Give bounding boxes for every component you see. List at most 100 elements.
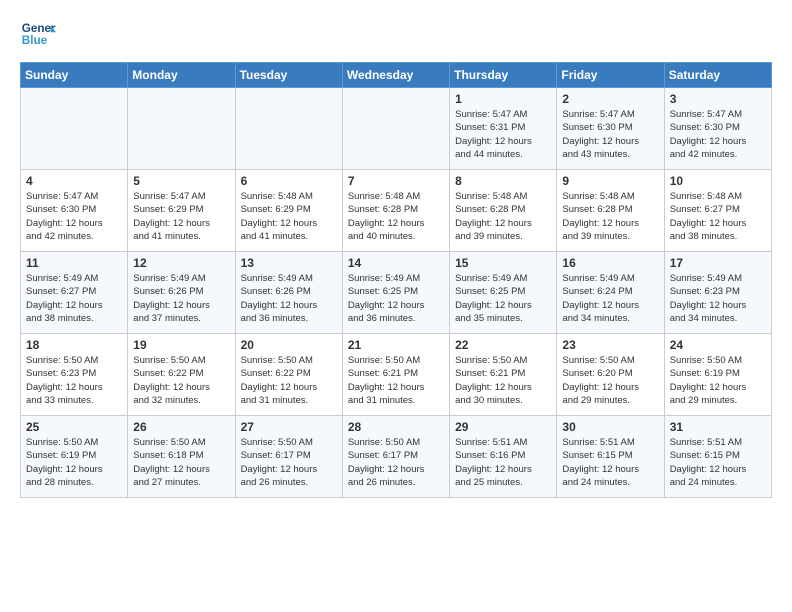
day-number: 8: [455, 174, 551, 188]
day-cell: 25 Sunrise: 5:50 AM Sunset: 6:19 PM Dayli…: [21, 416, 128, 498]
day-info: Sunrise: 5:49 AM Sunset: 6:26 PM Dayligh…: [241, 272, 337, 325]
day-cell: 29 Sunrise: 5:51 AM Sunset: 6:16 PM Dayli…: [450, 416, 557, 498]
day-cell: 8 Sunrise: 5:48 AM Sunset: 6:28 PM Daylig…: [450, 170, 557, 252]
day-number: 31: [670, 420, 766, 434]
day-cell: 13Sunrise: 5:49 AM Sunset: 6:26 PM Dayli…: [235, 252, 342, 334]
day-cell: 14Sunrise: 5:49 AM Sunset: 6:25 PM Dayli…: [342, 252, 449, 334]
day-number: 11: [26, 256, 122, 270]
day-info: Sunrise: 5:49 AM Sunset: 6:27 PM Dayligh…: [26, 272, 122, 325]
day-info: Sunrise: 5:47 AM Sunset: 6:30 PM Dayligh…: [26, 190, 122, 243]
day-cell: [342, 88, 449, 170]
day-cell: 27 Sunrise: 5:50 AM Sunset: 6:17 PM Dayli…: [235, 416, 342, 498]
day-cell: 26 Sunrise: 5:50 AM Sunset: 6:18 PM Dayli…: [128, 416, 235, 498]
day-number: 30: [562, 420, 658, 434]
day-info: Sunrise: 5:48 AM Sunset: 6:27 PM Dayligh…: [670, 190, 766, 243]
day-cell: 24 Sunrise: 5:50 AM Sunset: 6:19 PM Dayli…: [664, 334, 771, 416]
day-number: 21: [348, 338, 444, 352]
day-cell: 28Sunrise: 5:50 AM Sunset: 6:17 PM Dayli…: [342, 416, 449, 498]
week-row-5: 25 Sunrise: 5:50 AM Sunset: 6:19 PM Dayli…: [21, 416, 772, 498]
day-info: Sunrise: 5:47 AM Sunset: 6:30 PM Dayligh…: [670, 108, 766, 161]
header-row: SundayMondayTuesdayWednesdayThursdayFrid…: [21, 63, 772, 88]
week-row-1: 1Sunrise: 5:47 AM Sunset: 6:31 PM Daylig…: [21, 88, 772, 170]
day-number: 24: [670, 338, 766, 352]
day-cell: 31Sunrise: 5:51 AM Sunset: 6:15 PM Dayli…: [664, 416, 771, 498]
day-number: 7: [348, 174, 444, 188]
svg-text:Blue: Blue: [22, 34, 48, 47]
day-info: Sunrise: 5:47 AM Sunset: 6:29 PM Dayligh…: [133, 190, 229, 243]
day-cell: 9 Sunrise: 5:48 AM Sunset: 6:28 PM Daylig…: [557, 170, 664, 252]
day-info: Sunrise: 5:50 AM Sunset: 6:21 PM Dayligh…: [348, 354, 444, 407]
day-cell: 3Sunrise: 5:47 AM Sunset: 6:30 PM Daylig…: [664, 88, 771, 170]
day-number: 5: [133, 174, 229, 188]
day-info: Sunrise: 5:50 AM Sunset: 6:19 PM Dayligh…: [26, 436, 122, 489]
day-info: Sunrise: 5:48 AM Sunset: 6:29 PM Dayligh…: [241, 190, 337, 243]
day-info: Sunrise: 5:50 AM Sunset: 6:21 PM Dayligh…: [455, 354, 551, 407]
day-number: 1: [455, 92, 551, 106]
day-number: 9: [562, 174, 658, 188]
header-cell-monday: Monday: [128, 63, 235, 88]
day-cell: 10 Sunrise: 5:48 AM Sunset: 6:27 PM Dayli…: [664, 170, 771, 252]
day-info: Sunrise: 5:49 AM Sunset: 6:24 PM Dayligh…: [562, 272, 658, 325]
day-cell: 6 Sunrise: 5:48 AM Sunset: 6:29 PM Daylig…: [235, 170, 342, 252]
day-cell: 11 Sunrise: 5:49 AM Sunset: 6:27 PM Dayli…: [21, 252, 128, 334]
day-number: 18: [26, 338, 122, 352]
day-cell: [21, 88, 128, 170]
day-info: Sunrise: 5:49 AM Sunset: 6:25 PM Dayligh…: [455, 272, 551, 325]
header-cell-thursday: Thursday: [450, 63, 557, 88]
day-cell: 16Sunrise: 5:49 AM Sunset: 6:24 PM Dayli…: [557, 252, 664, 334]
week-row-3: 11 Sunrise: 5:49 AM Sunset: 6:27 PM Dayli…: [21, 252, 772, 334]
day-number: 2: [562, 92, 658, 106]
day-info: Sunrise: 5:50 AM Sunset: 6:23 PM Dayligh…: [26, 354, 122, 407]
day-cell: 21 Sunrise: 5:50 AM Sunset: 6:21 PM Dayli…: [342, 334, 449, 416]
day-cell: 1Sunrise: 5:47 AM Sunset: 6:31 PM Daylig…: [450, 88, 557, 170]
header-cell-sunday: Sunday: [21, 63, 128, 88]
calendar-header: SundayMondayTuesdayWednesdayThursdayFrid…: [21, 63, 772, 88]
day-info: Sunrise: 5:48 AM Sunset: 6:28 PM Dayligh…: [455, 190, 551, 243]
day-cell: 19Sunrise: 5:50 AM Sunset: 6:22 PM Dayli…: [128, 334, 235, 416]
day-info: Sunrise: 5:49 AM Sunset: 6:23 PM Dayligh…: [670, 272, 766, 325]
day-cell: 15 Sunrise: 5:49 AM Sunset: 6:25 PM Dayli…: [450, 252, 557, 334]
header-cell-friday: Friday: [557, 63, 664, 88]
day-cell: 7 Sunrise: 5:48 AM Sunset: 6:28 PM Daylig…: [342, 170, 449, 252]
day-cell: 20Sunrise: 5:50 AM Sunset: 6:22 PM Dayli…: [235, 334, 342, 416]
day-info: Sunrise: 5:51 AM Sunset: 6:16 PM Dayligh…: [455, 436, 551, 489]
day-number: 12: [133, 256, 229, 270]
week-row-4: 18 Sunrise: 5:50 AM Sunset: 6:23 PM Dayli…: [21, 334, 772, 416]
day-cell: 4Sunrise: 5:47 AM Sunset: 6:30 PM Daylig…: [21, 170, 128, 252]
day-cell: 18 Sunrise: 5:50 AM Sunset: 6:23 PM Dayli…: [21, 334, 128, 416]
day-number: 10: [670, 174, 766, 188]
header: General Blue: [20, 16, 772, 52]
header-cell-tuesday: Tuesday: [235, 63, 342, 88]
page: General Blue SundayMondayTuesdayWednesda…: [0, 0, 792, 612]
day-info: Sunrise: 5:50 AM Sunset: 6:17 PM Dayligh…: [241, 436, 337, 489]
calendar-body: 1Sunrise: 5:47 AM Sunset: 6:31 PM Daylig…: [21, 88, 772, 498]
logo-icon: General Blue: [20, 16, 56, 52]
day-cell: 22 Sunrise: 5:50 AM Sunset: 6:21 PM Dayli…: [450, 334, 557, 416]
logo: General Blue: [20, 16, 56, 52]
day-info: Sunrise: 5:47 AM Sunset: 6:30 PM Dayligh…: [562, 108, 658, 161]
day-number: 15: [455, 256, 551, 270]
day-info: Sunrise: 5:48 AM Sunset: 6:28 PM Dayligh…: [348, 190, 444, 243]
day-number: 20: [241, 338, 337, 352]
day-number: 27: [241, 420, 337, 434]
day-number: 29: [455, 420, 551, 434]
day-number: 26: [133, 420, 229, 434]
day-info: Sunrise: 5:50 AM Sunset: 6:18 PM Dayligh…: [133, 436, 229, 489]
day-info: Sunrise: 5:50 AM Sunset: 6:19 PM Dayligh…: [670, 354, 766, 407]
day-cell: 23Sunrise: 5:50 AM Sunset: 6:20 PM Dayli…: [557, 334, 664, 416]
day-info: Sunrise: 5:49 AM Sunset: 6:26 PM Dayligh…: [133, 272, 229, 325]
header-cell-saturday: Saturday: [664, 63, 771, 88]
day-info: Sunrise: 5:51 AM Sunset: 6:15 PM Dayligh…: [562, 436, 658, 489]
week-row-2: 4Sunrise: 5:47 AM Sunset: 6:30 PM Daylig…: [21, 170, 772, 252]
day-info: Sunrise: 5:48 AM Sunset: 6:28 PM Dayligh…: [562, 190, 658, 243]
day-number: 22: [455, 338, 551, 352]
day-cell: 12 Sunrise: 5:49 AM Sunset: 6:26 PM Dayli…: [128, 252, 235, 334]
day-cell: [128, 88, 235, 170]
day-number: 6: [241, 174, 337, 188]
day-cell: 5 Sunrise: 5:47 AM Sunset: 6:29 PM Daylig…: [128, 170, 235, 252]
header-cell-wednesday: Wednesday: [342, 63, 449, 88]
day-number: 23: [562, 338, 658, 352]
day-cell: 30 Sunrise: 5:51 AM Sunset: 6:15 PM Dayli…: [557, 416, 664, 498]
day-number: 25: [26, 420, 122, 434]
day-number: 17: [670, 256, 766, 270]
